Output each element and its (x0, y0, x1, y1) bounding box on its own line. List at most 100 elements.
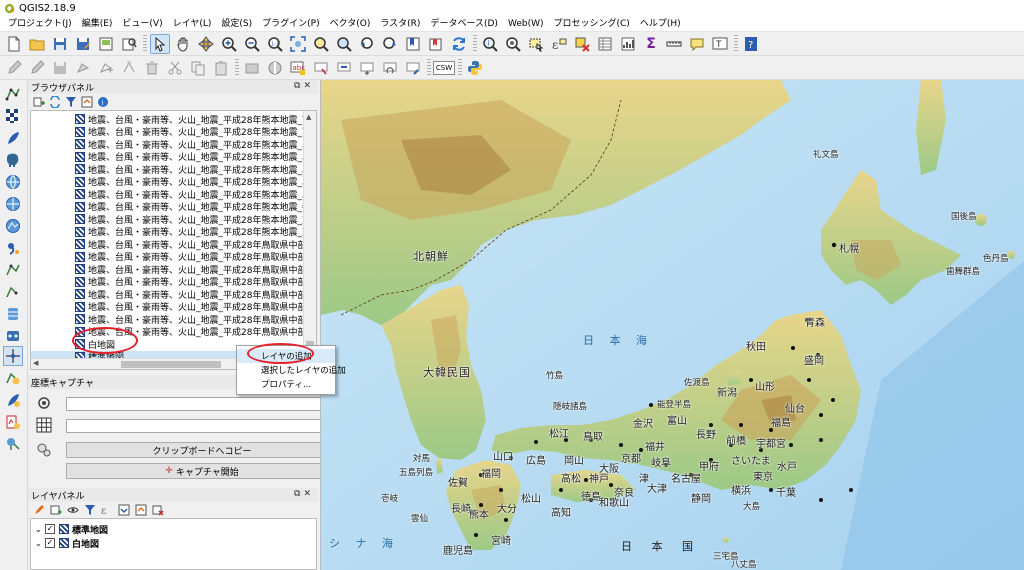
zoom-next-button[interactable] (380, 34, 400, 54)
add-selected-layers-button[interactable] (32, 95, 46, 109)
python-console-button[interactable] (465, 58, 485, 78)
map-canvas[interactable]: 北朝鮮 大韓民国 日 本 海 札幌 礼文島 国後島 色丹島 歯舞群島 青森 秋田… (320, 80, 1024, 570)
browser-tree-item[interactable]: 地震、台風・豪雨等、火山_地震_平成28年熊本地震_段彩図_傾 (31, 176, 303, 188)
context-add-selected-layers[interactable]: 選択したレイヤの追加 (237, 363, 346, 377)
menu-web[interactable]: Web(W) (503, 17, 549, 31)
cut-features-button[interactable] (165, 58, 185, 78)
pan-select-tool-button[interactable] (150, 33, 170, 54)
toolbar-handle[interactable] (458, 58, 462, 77)
delete-selected-button[interactable] (142, 58, 162, 78)
style-manager-button[interactable] (242, 58, 262, 78)
remove-layer-button[interactable] (151, 503, 165, 517)
panel-float-close-buttons[interactable]: ⧉✕ (294, 489, 314, 499)
scroll-thumb-horizontal[interactable] (121, 361, 221, 368)
pin-labels-button[interactable] (311, 58, 331, 78)
select-by-expression-button[interactable]: ε (549, 34, 569, 54)
text-annotation-button[interactable]: T (710, 34, 730, 54)
save-as-button[interactable] (73, 34, 93, 54)
add-db2-layer-button[interactable] (3, 326, 23, 346)
browser-tree-item[interactable]: 地震、台風・豪雨等、火山_地震_平成28年熊本地震_写真_正射 (31, 126, 303, 138)
move-label-button[interactable] (357, 58, 377, 78)
add-virtual-layer-button[interactable] (3, 260, 23, 280)
browser-tree-item[interactable]: 地震、台風・豪雨等、火山_地震_平成28年鳥取県中部の地震_ (31, 301, 303, 313)
browser-tree-item[interactable]: 地震、台風・豪雨等、火山_地震_平成28年鳥取県中部の地震_ (31, 276, 303, 288)
add-mssql-layer-button[interactable] (3, 304, 23, 324)
change-label-button[interactable] (403, 58, 423, 78)
crs-select-button[interactable] (36, 395, 52, 411)
composer-manager-button[interactable] (119, 34, 139, 54)
menu-plugins[interactable]: プラグイン(P) (257, 17, 324, 31)
node-tool-button[interactable] (119, 58, 139, 78)
add-spatialite-layer-button[interactable] (3, 128, 23, 148)
browser-tree-item[interactable]: 地震、台風・豪雨等、火山_地震_平成28年鳥取県中部の地震_ (31, 263, 303, 276)
menu-raster[interactable]: ラスタ(R) (375, 17, 425, 31)
toggle-editing-button[interactable] (27, 58, 47, 78)
label-tool-button[interactable] (265, 58, 285, 78)
add-group-button[interactable] (49, 503, 63, 517)
layer-row-standard-map[interactable]: ⌄ ✓ 標準地図 (35, 522, 108, 536)
toolbar-handle[interactable] (235, 58, 239, 77)
layer-visibility-checkbox[interactable]: ✓ (45, 524, 55, 534)
highlight-labels-button[interactable] (334, 58, 354, 78)
browser-tree-item[interactable]: 地震、台風・豪雨等、火山_地震_平成28年熊本地震_変動補正 (31, 213, 303, 226)
zoom-out-button[interactable] (242, 34, 262, 54)
new-print-composer-button[interactable] (96, 34, 116, 54)
coord-field-canvas-crs[interactable] (66, 397, 338, 411)
move-feature-button[interactable] (96, 58, 116, 78)
browser-tree-item[interactable]: 地震、台風・豪雨等、火山_地震_平成28年熊本地震_段彩図_傾 (31, 138, 303, 151)
save-edits-button[interactable] (50, 58, 70, 78)
browser-refresh-button[interactable] (48, 95, 62, 109)
toolbar-handle[interactable] (734, 34, 738, 53)
add-vector-layer-button[interactable] (3, 84, 23, 104)
toolbar-handle[interactable] (473, 34, 477, 53)
browser-tree-item[interactable]: 地震、台風・豪雨等、火山_地震_平成28年熊本地震_写真_正射 (31, 113, 303, 126)
map-tips-button[interactable] (687, 34, 707, 54)
expand-chevron-icon[interactable]: ⌄ (35, 539, 45, 548)
scroll-left-icon[interactable]: ◀ (33, 359, 38, 367)
select-features-button[interactable] (526, 34, 546, 54)
browser-tree-item[interactable]: 地震、台風・豪雨等、火山_地震_平成28年鳥取県中部の地震_ (31, 326, 303, 338)
browser-tree[interactable]: 地震、台風・豪雨等、火山_地震_平成28年熊本地震_写真_正射地震、台風・豪雨等… (30, 110, 317, 370)
identify-features-button[interactable]: i (480, 34, 500, 54)
coord-field-user-crs[interactable] (66, 419, 338, 433)
menu-settings[interactable]: 設定(S) (216, 17, 257, 31)
menu-view[interactable]: ビュー(V) (117, 17, 167, 31)
copy-features-button[interactable] (188, 58, 208, 78)
zoom-last-button[interactable] (357, 34, 377, 54)
menu-help[interactable]: ヘルプ(H) (635, 17, 686, 31)
start-capture-button[interactable]: ✛ キャプチャ開始 (66, 463, 338, 479)
browser-tree-item[interactable]: 地震、台風・豪雨等、火山_地震_平成28年熊本地震_変動補正 (31, 226, 303, 238)
pan-to-selection-button[interactable] (196, 34, 216, 54)
menu-vector[interactable]: ベクタ(O) (325, 17, 376, 31)
add-delimited-text-layer-button[interactable] (3, 238, 23, 258)
browser-tree-item[interactable]: 地震、台風・豪雨等、火山_地震_平成28年鳥取県中部の地震_ (31, 251, 303, 263)
collapse-all-button[interactable] (134, 503, 148, 517)
toolbar-handle[interactable] (143, 34, 147, 53)
browser-tree-item[interactable]: 地震、台風・豪雨等、火山_地震_平成28年熊本地震_段彩図_傾 (31, 151, 303, 163)
rotate-label-button[interactable] (380, 58, 400, 78)
menu-processing[interactable]: プロセッシング(C) (549, 17, 635, 31)
save-project-button[interactable] (50, 34, 70, 54)
actions-button[interactable] (503, 34, 523, 54)
show-bookmarks-button[interactable] (426, 34, 446, 54)
statistical-summary-button[interactable] (618, 34, 638, 54)
add-vector-points-button[interactable] (3, 282, 23, 302)
add-raster-layer-button[interactable] (3, 106, 23, 126)
zoom-in-button[interactable] (219, 34, 239, 54)
panel-float-close-buttons[interactable]: ⧉✕ (294, 81, 314, 91)
refresh-button[interactable] (449, 34, 469, 54)
add-wcs-layer-button[interactable] (3, 194, 23, 214)
copy-to-clipboard-button[interactable]: クリップボードへコピー (66, 442, 338, 458)
field-calculator-button[interactable]: Σ (641, 34, 661, 54)
grid-crs-button[interactable] (36, 417, 52, 433)
browser-filter-button[interactable] (64, 95, 78, 109)
browser-tree-item[interactable]: 地震、台風・豪雨等、火山_地震_平成28年熊本地震_段彩図_傾 (31, 163, 303, 176)
layers-tree[interactable]: ⌄ ✓ 標準地図 ⌄ ✓ 白地図 (30, 518, 317, 570)
coord-tracking-button[interactable] (36, 442, 52, 458)
manage-map-themes-button[interactable] (66, 503, 80, 517)
add-wfs-layer-button[interactable] (3, 216, 23, 236)
expand-all-button[interactable] (117, 503, 131, 517)
deselect-all-button[interactable] (572, 34, 592, 54)
expand-chevron-icon[interactable]: ⌄ (35, 525, 45, 534)
paste-features-button[interactable] (211, 58, 231, 78)
